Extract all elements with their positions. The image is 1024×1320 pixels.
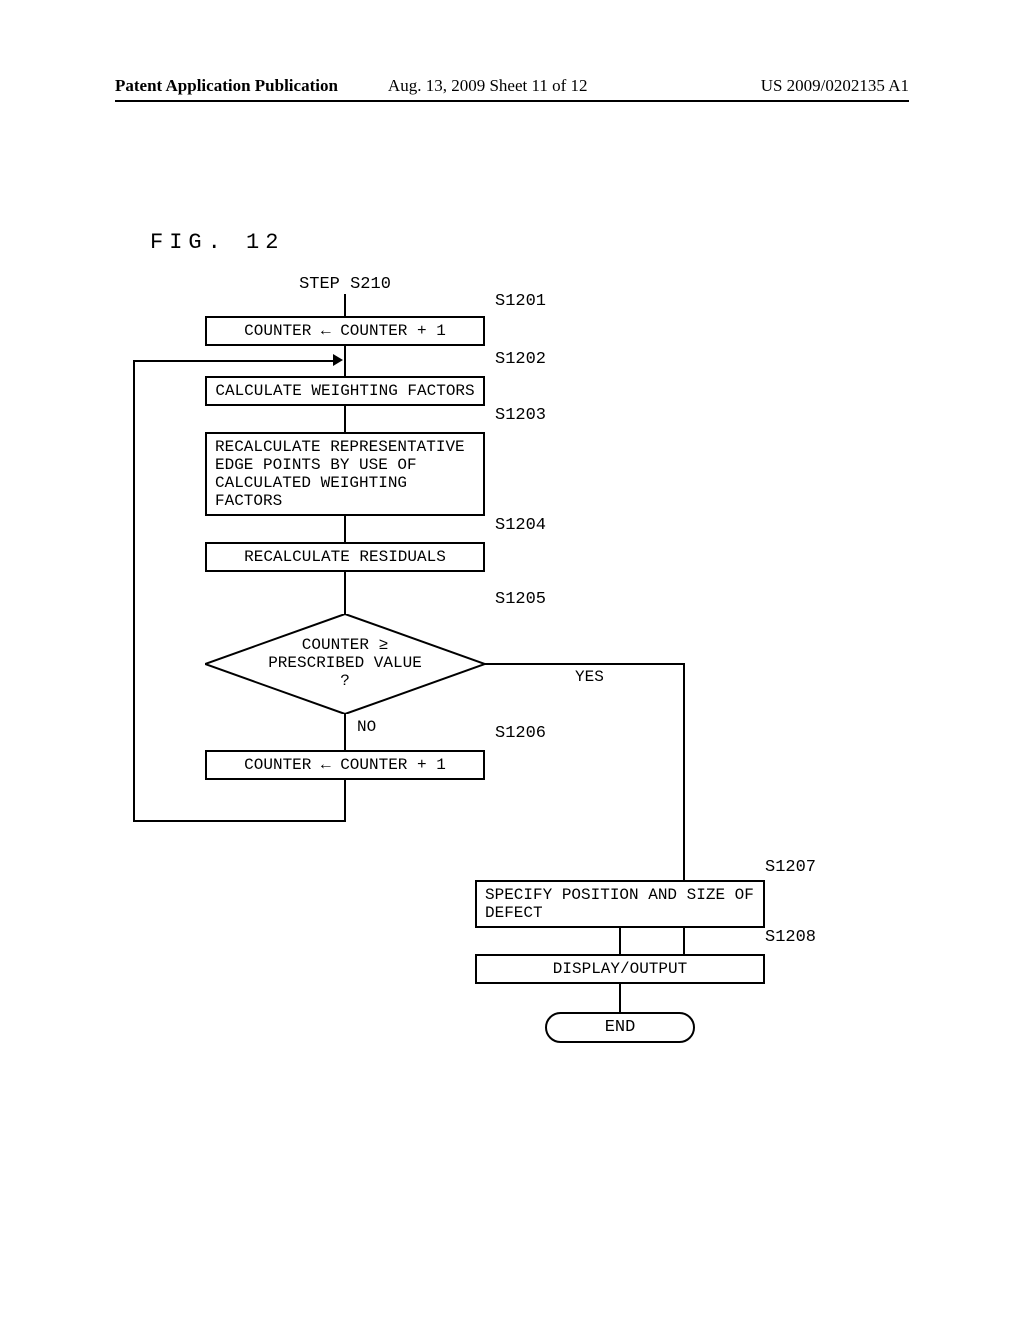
flow-loop-line <box>133 542 135 572</box>
flow-loop-line <box>133 360 135 406</box>
step-number-s1207: S1207 <box>765 858 816 877</box>
flow-connector <box>619 984 621 1012</box>
flow-loop-line <box>133 614 135 714</box>
flow-loop-line <box>133 714 135 750</box>
process-s1201: COUNTER ← COUNTER + 1 <box>205 316 485 346</box>
process-s1207: SPECIFY POSITION AND SIZE OF DEFECT <box>475 880 765 928</box>
flow-yes-line <box>485 663 685 665</box>
process-s1203: RECALCULATE REPRESENTATIVE EDGE POINTS B… <box>205 432 485 516</box>
step-number-s1208: S1208 <box>765 928 816 947</box>
flow-connector <box>344 572 346 614</box>
flow-loop-line <box>133 820 346 822</box>
process-s1206: COUNTER ← COUNTER + 1 <box>205 750 485 780</box>
decision-s1205: COUNTER ≥ PRESCRIBED VALUE ? YES <box>205 614 485 714</box>
process-s1204: RECALCULATE RESIDUALS <box>205 542 485 572</box>
step-number-s1205: S1205 <box>495 590 546 609</box>
flowchart: STEP S210 S1201 COUNTER ← COUNTER + 1 S1… <box>125 275 785 1043</box>
step-number-s1201: S1201 <box>495 292 546 311</box>
flow-yes-line <box>683 714 685 750</box>
flow-connector <box>619 928 621 954</box>
flow-connector <box>344 516 346 542</box>
terminator-end: END <box>545 1012 695 1043</box>
process-s1208: DISPLAY/OUTPUT <box>475 954 765 984</box>
flow-loop-line <box>133 750 135 780</box>
flow-connector <box>344 406 346 432</box>
flow-yes-line <box>683 750 685 780</box>
decision-yes-label: YES <box>575 668 604 686</box>
header-publication: Patent Application Publication <box>115 76 338 96</box>
flow-loop-line <box>133 516 135 542</box>
step-number-s1203: S1203 <box>495 406 546 425</box>
figure-label: FIG. 12 <box>150 230 284 255</box>
flow-loop-line <box>133 780 135 820</box>
flow-connector <box>344 780 346 820</box>
flow-loop-line <box>133 406 135 432</box>
step-number-s1206: S1206 <box>495 724 546 743</box>
patent-header: Patent Application Publication Aug. 13, … <box>115 76 909 102</box>
header-date-sheet: Aug. 13, 2009 Sheet 11 of 12 <box>388 76 588 96</box>
flow-connector <box>344 346 346 376</box>
arrowhead-icon <box>333 354 343 366</box>
flow-connector <box>344 714 346 750</box>
step-number-s1202: S1202 <box>495 350 546 369</box>
flow-yes-line <box>683 780 685 880</box>
flow-loop-line <box>133 572 135 614</box>
process-s1202: CALCULATE WEIGHTING FACTORS <box>205 376 485 406</box>
decision-text: COUNTER ≥ PRESCRIBED VALUE ? <box>205 636 485 690</box>
header-patent-number: US 2009/0202135 A1 <box>761 76 909 96</box>
flow-loop-line <box>133 360 335 362</box>
step-number-s1204: S1204 <box>495 516 546 535</box>
flow-entry-label: STEP S210 <box>205 275 485 294</box>
flow-connector <box>344 294 346 316</box>
flow-loop-line <box>133 432 135 516</box>
decision-no-label: NO <box>357 718 376 736</box>
